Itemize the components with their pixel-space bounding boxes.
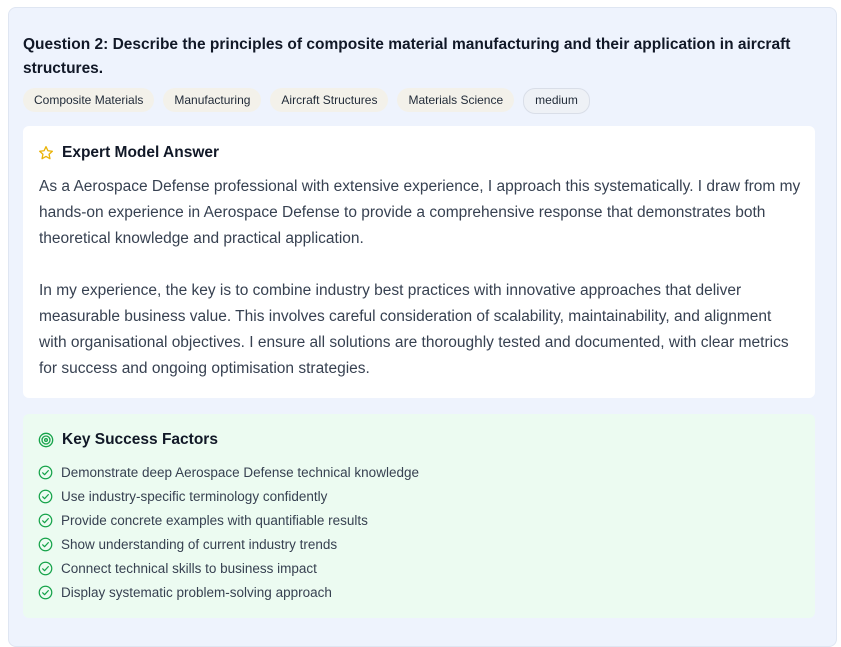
factor-text: Show understanding of current industry t… — [61, 536, 338, 552]
answer-paragraph: In my experience, the key is to combine … — [39, 282, 789, 377]
factor-text: Connect technical skills to business imp… — [61, 560, 317, 576]
factor-text: Provide concrete examples with quantifia… — [61, 512, 368, 528]
success-factors-heading: Key Success Factors — [62, 431, 218, 448]
list-item: Show understanding of current industry t… — [38, 532, 419, 556]
success-factors-header: Key Success Factors — [38, 431, 218, 449]
factor-text: Demonstrate deep Aerospace Defense techn… — [61, 464, 419, 480]
expert-answer-panel: Expert Model Answer As a Aerospace Defen… — [23, 126, 815, 398]
expert-answer-header: Expert Model Answer — [38, 144, 219, 162]
check-circle-icon — [38, 537, 53, 552]
tag-aircraft-structures: Aircraft Structures — [270, 88, 389, 112]
list-item: Demonstrate deep Aerospace Defense techn… — [38, 460, 419, 484]
tag-composite-materials: Composite Materials — [23, 88, 155, 112]
factor-text: Use industry-specific terminology confid… — [61, 488, 328, 504]
expert-answer-heading: Expert Model Answer — [62, 144, 220, 161]
list-item: Connect technical skills to business imp… — [38, 556, 419, 580]
star-icon — [38, 145, 54, 161]
list-item: Use industry-specific terminology confid… — [38, 484, 419, 508]
factor-text: Display systematic problem-solving appro… — [61, 584, 332, 600]
difficulty-badge: medium — [523, 88, 590, 114]
check-circle-icon — [38, 561, 53, 576]
expert-answer-body: As a Aerospace Defense professional with… — [39, 174, 801, 382]
check-circle-icon — [38, 465, 53, 480]
answer-paragraph: As a Aerospace Defense professional with… — [39, 178, 801, 247]
tag-manufacturing: Manufacturing — [163, 88, 262, 112]
check-circle-icon — [38, 489, 53, 504]
tag-materials-science: Materials Science — [397, 88, 515, 112]
target-icon — [38, 432, 54, 448]
check-circle-icon — [38, 585, 53, 600]
success-factors-panel: Key Success Factors Demonstrate deep Aer… — [23, 414, 815, 618]
list-item: Display systematic problem-solving appro… — [38, 580, 419, 604]
list-item: Provide concrete examples with quantifia… — [38, 508, 419, 532]
question-card: Question 2: Describe the principles of c… — [8, 7, 837, 647]
success-factor-list: Demonstrate deep Aerospace Defense techn… — [38, 460, 419, 604]
question-title: Question 2: Describe the principles of c… — [23, 36, 791, 77]
check-circle-icon — [38, 513, 53, 528]
tag-list: Composite Materials Manufacturing Aircra… — [23, 88, 590, 114]
